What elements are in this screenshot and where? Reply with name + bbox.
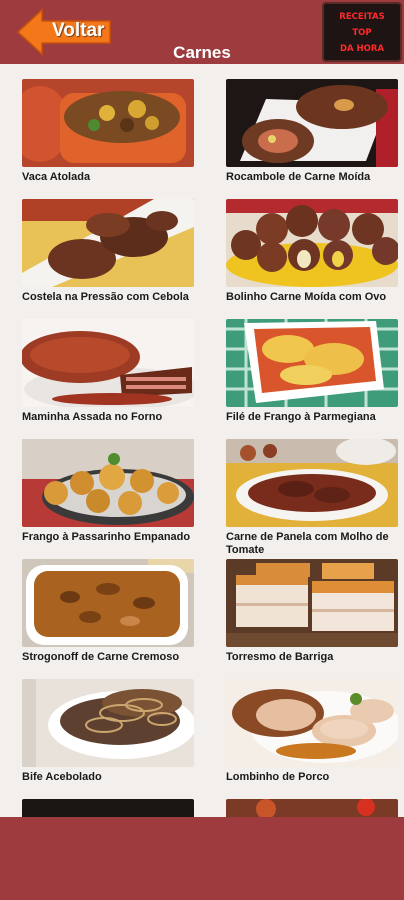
recipe-image — [22, 799, 194, 817]
recipe-label: Torresmo de Barriga — [226, 651, 334, 663]
recipe-card[interactable]: Bife Acebolado — [22, 679, 194, 799]
logo-line-2: TOP — [352, 28, 372, 38]
recipe-card[interactable]: Costela na Pressão com Cebola — [22, 199, 194, 319]
recipe-card[interactable] — [22, 799, 194, 817]
recipe-image — [22, 439, 194, 527]
recipe-list[interactable]: Vaca Atolada Rocambole de Carne Moída Co… — [0, 64, 404, 817]
recipe-label: Bife Acebolado — [22, 771, 102, 783]
recipe-image — [22, 79, 194, 167]
recipe-card[interactable]: Carne de Panela com Molho de Tomate — [226, 439, 398, 559]
recipe-image — [22, 559, 194, 647]
recipe-card[interactable]: Strogonoff de Carne Cremoso — [22, 559, 194, 679]
recipe-image — [226, 679, 398, 767]
recipe-image — [226, 439, 398, 527]
recipe-image — [22, 199, 194, 287]
recipe-image — [226, 799, 398, 817]
recipe-card[interactable]: Torresmo de Barriga — [226, 559, 398, 679]
logo-line-3: DA HORA — [339, 44, 385, 54]
recipe-label: Carne de Panela com Molho de Tomate — [226, 531, 389, 556]
logo-line-1: RECEITAS — [339, 12, 385, 22]
recipe-card[interactable]: Maminha Assada no Forno — [22, 319, 194, 439]
recipe-card[interactable]: Bolinho Carne Moída com Ovo — [226, 199, 398, 319]
recipe-card[interactable]: Filé de Frango à Parmegiana — [226, 319, 398, 439]
recipe-label: Maminha Assada no Forno — [22, 411, 163, 423]
recipe-label: Lombinho de Porco — [226, 771, 330, 783]
recipe-label: Rocambole de Carne Moída — [226, 171, 371, 183]
app-logo: RECEITAS TOP DA HORA — [322, 2, 402, 62]
app-header: Voltar Carnes RECEITAS TOP DA HORA — [0, 0, 404, 64]
recipe-card[interactable]: Vaca Atolada — [22, 79, 194, 199]
recipe-label: Frango à Passarinho Empanado — [22, 531, 191, 543]
recipe-label: Vaca Atolada — [22, 171, 91, 183]
recipe-image — [226, 79, 398, 167]
recipe-label: Costela na Pressão com Cebola — [22, 291, 189, 303]
recipe-label: Bolinho Carne Moída com Ovo — [226, 291, 387, 303]
recipe-image — [226, 199, 398, 287]
recipe-card[interactable]: Lombinho de Porco — [226, 679, 398, 799]
back-label: Voltar — [52, 20, 105, 41]
recipe-image — [226, 559, 398, 647]
recipe-card[interactable]: Frango à Passarinho Empanado — [22, 439, 194, 559]
recipe-label: Filé de Frango à Parmegiana — [226, 411, 376, 423]
bottom-bar — [0, 817, 404, 900]
recipe-card[interactable] — [226, 799, 398, 817]
recipe-image — [226, 319, 398, 407]
recipe-image — [22, 319, 194, 407]
recipe-image — [22, 679, 194, 767]
recipe-label: Strogonoff de Carne Cremoso — [22, 651, 180, 663]
recipe-card[interactable]: Rocambole de Carne Moída — [226, 79, 398, 199]
